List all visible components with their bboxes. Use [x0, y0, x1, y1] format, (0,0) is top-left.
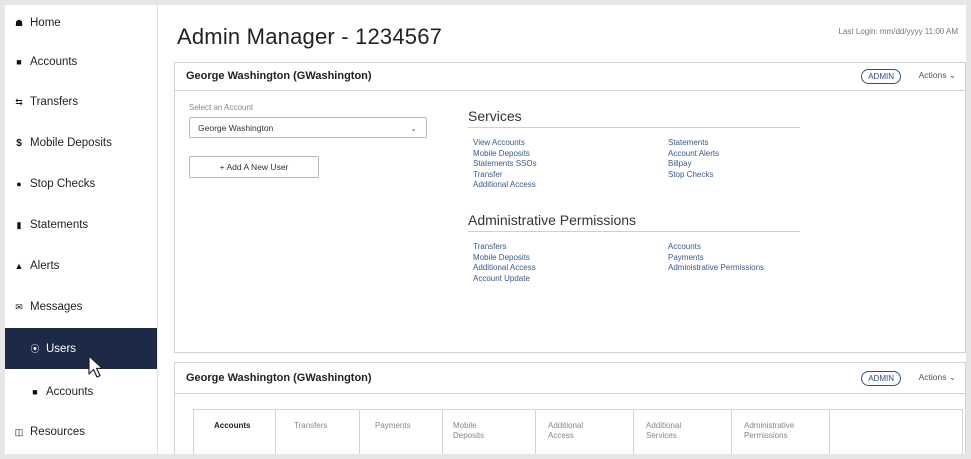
service-link-account-alerts[interactable]: Account Alerts [668, 149, 719, 160]
sidebar-item-label: Accounts [46, 386, 94, 398]
sidebar-item-label: Transfers [30, 96, 79, 108]
sidebar-item-label: Messages [30, 301, 83, 313]
sidebar-item-stop-checks[interactable]: ● Stop Checks [5, 169, 157, 199]
permission-link-additional-access[interactable]: Additional Access [473, 263, 536, 274]
tab-payments[interactable]: Payments [360, 410, 443, 454]
user-panel-header: George Washington (GWashington) ADMIN Ac… [175, 63, 965, 91]
chevron-down-icon: ⌄ [948, 70, 956, 80]
user-panel: George Washington (GWashington) ADMIN Ac… [174, 62, 966, 353]
sidebar-item-user-accounts[interactable]: ■ Accounts [5, 377, 157, 407]
sidebar-item-home[interactable]: ☗ Home [5, 8, 157, 38]
sidebar-item-label: Mobile Deposits [30, 137, 112, 149]
home-icon: ☗ [14, 17, 24, 28]
role-badge: ADMIN [861, 371, 901, 386]
tab-label: Administrative Permissions [744, 421, 795, 440]
actions-dropdown[interactable]: Actions ⌄ [919, 372, 956, 383]
files-icon: ◫ [14, 426, 24, 437]
chevron-down-icon: ⌄ [948, 372, 956, 382]
service-link-mobile-deposits[interactable]: Mobile Deposits [473, 149, 537, 160]
envelope-icon: ✉ [15, 301, 23, 312]
service-link-view-accounts[interactable]: View Accounts [473, 138, 537, 149]
select-account-label: Select an Account [189, 103, 254, 112]
book-icon: ■ [16, 57, 22, 67]
service-link-statements-ssos[interactable]: Statements SSOs [473, 159, 537, 170]
sidebar-item-label: Users [46, 342, 77, 355]
sidebar-item-label: Alerts [30, 260, 60, 272]
service-link-additional-access[interactable]: Additional Access [473, 180, 537, 191]
sidebar-item-label: Home [30, 17, 61, 29]
alert-circle-icon: ● [16, 179, 22, 189]
tab-label: Mobile Deposits [453, 421, 485, 440]
tab-label: Additional Access [548, 421, 584, 440]
sidebar-item-transfers[interactable]: ⇆ Transfers [5, 87, 157, 117]
tab-empty [830, 410, 920, 454]
sidebar-item-label: Accounts [30, 56, 78, 68]
tab-mobile-deposits[interactable]: Mobile Deposits [443, 410, 536, 454]
actions-dropdown[interactable]: Actions ⌄ [919, 70, 956, 81]
actions-label: Actions [918, 372, 947, 382]
user-circle-icon: ⦿ [30, 344, 40, 354]
services-list-right: Statements Account Alerts Billpay Stop C… [668, 138, 719, 180]
tab-transfers[interactable]: Transfers [276, 410, 360, 454]
permission-link-accounts[interactable]: Accounts [668, 242, 764, 253]
sidebar-item-statements[interactable]: ▮ Statements [5, 210, 157, 240]
book-icon: ■ [32, 387, 38, 397]
sidebar-item-users[interactable]: ⦿ Users [5, 328, 157, 369]
app-window: ☗ Home ■ Accounts ⇆ Transfers $ Mobile D… [5, 5, 966, 454]
permission-link-transfers[interactable]: Transfers [473, 242, 536, 253]
selected-account: George Washington [198, 123, 274, 133]
sidebar: ☗ Home ■ Accounts ⇆ Transfers $ Mobile D… [5, 5, 158, 454]
permission-link-account-update[interactable]: Account Update [473, 274, 536, 285]
user-panel-header: George Washington (GWashington) ADMIN Ac… [175, 363, 965, 394]
sidebar-item-messages[interactable]: ✉ Messages [5, 292, 157, 322]
service-link-transfer[interactable]: Transfer [473, 170, 537, 181]
permission-link-payments[interactable]: Payments [668, 253, 764, 264]
admin-permissions-list-right: Accounts Payments Administrative Permiss… [668, 242, 764, 274]
transfer-icon: ⇆ [15, 96, 23, 107]
document-icon: ▮ [16, 219, 22, 230]
role-badge: ADMIN [861, 69, 901, 84]
actions-label: Actions [918, 70, 947, 80]
sidebar-item-label: Statements [30, 219, 89, 231]
sidebar-item-label: Stop Checks [30, 178, 96, 190]
service-link-billpay[interactable]: Billpay [668, 159, 719, 170]
sidebar-item-resources[interactable]: ◫ Resources [5, 417, 157, 447]
permission-link-mobile-deposits[interactable]: Mobile Deposits [473, 253, 536, 264]
user-name: George Washington (GWashington) [186, 372, 372, 384]
last-login-text: Last Login: mm/dd/yyyy 11:00 AM [838, 27, 958, 36]
dollar-icon: $ [16, 137, 22, 149]
tab-additional-access[interactable]: Additional Access [536, 410, 634, 454]
services-list-left: View Accounts Mobile Deposits Statements… [473, 138, 537, 191]
user-panel-detail: George Washington (GWashington) ADMIN Ac… [174, 362, 966, 454]
chevron-down-icon: ⌄ [410, 124, 417, 133]
tab-additional-services[interactable]: Additional Services [634, 410, 732, 454]
admin-permissions-heading: Administrative Permissions [468, 212, 637, 228]
permission-tabs: Accounts Transfers Payments Mobile Depos… [193, 409, 963, 454]
sidebar-item-alerts[interactable]: ▲ Alerts [5, 251, 157, 281]
services-heading: Services [468, 108, 522, 124]
account-select[interactable]: George Washington ⌄ [189, 117, 427, 138]
user-name: George Washington (GWashington) [186, 70, 372, 82]
add-new-user-button[interactable]: + Add A New User [189, 156, 319, 178]
sidebar-item-accounts[interactable]: ■ Accounts [5, 47, 157, 77]
sidebar-item-label: Resources [30, 426, 85, 438]
admin-permissions-list-left: Transfers Mobile Deposits Additional Acc… [473, 242, 536, 284]
tab-accounts[interactable]: Accounts [194, 410, 276, 454]
tab-administrative-permissions[interactable]: Administrative Permissions [732, 410, 830, 454]
permission-link-administrative-permissions[interactable]: Administrative Permissions [668, 263, 764, 274]
service-link-statements[interactable]: Statements [668, 138, 719, 149]
page-title: Admin Manager - 1234567 [177, 24, 443, 49]
admin-permissions-divider [468, 231, 800, 232]
bell-icon: ▲ [14, 261, 24, 271]
mouse-pointer-icon [88, 355, 104, 378]
service-link-stop-checks[interactable]: Stop Checks [668, 170, 719, 181]
services-divider [468, 127, 800, 128]
sidebar-item-mobile-deposits[interactable]: $ Mobile Deposits [5, 128, 157, 158]
tab-label: Additional Services [646, 421, 682, 440]
